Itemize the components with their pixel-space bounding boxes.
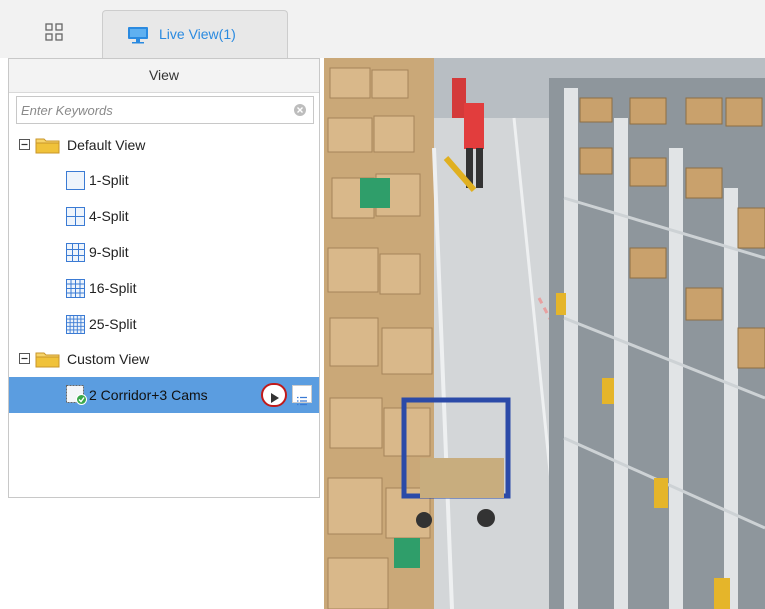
- tree-item-9-split[interactable]: 9-Split: [9, 235, 319, 269]
- tab-bar: Live View(1): [0, 0, 765, 58]
- tree-folder-custom-view[interactable]: Custom View: [9, 342, 319, 376]
- live-video-window[interactable]: [324, 58, 765, 609]
- list-button[interactable]: [292, 385, 312, 406]
- single-split-icon: [66, 171, 85, 190]
- twenty-five-split-icon: [66, 315, 85, 334]
- folder-icon: [35, 352, 60, 368]
- tree-item-label: 16-Split: [89, 280, 137, 296]
- grid-icon: [45, 23, 63, 41]
- monitor-icon: [128, 27, 148, 44]
- tab-live-view-label: Live View(1): [159, 26, 236, 42]
- tree-item-label: 4-Split: [89, 208, 129, 224]
- search-input[interactable]: [21, 98, 281, 122]
- tree-item-label: 9-Split: [89, 244, 129, 260]
- nine-split-icon: [66, 243, 85, 262]
- tree-item-4-split[interactable]: 4-Split: [9, 199, 319, 233]
- tree-folder-default-view[interactable]: Default View: [9, 128, 319, 162]
- panel-title: View: [9, 59, 319, 93]
- tree-item-label: 2 Corridor+3 Cams: [89, 387, 208, 403]
- warehouse-camera-image: [324, 58, 765, 609]
- search-box: [16, 96, 314, 124]
- play-button[interactable]: [261, 383, 287, 407]
- custom-view-icon: [66, 385, 87, 405]
- folder-icon: [35, 138, 60, 154]
- view-panel: View Default View 1-Split 4-Split: [8, 58, 320, 498]
- play-icon: [271, 393, 279, 403]
- list-icon: [297, 396, 307, 406]
- collapse-icon[interactable]: [19, 139, 30, 150]
- tree-item-label: 1-Split: [89, 172, 129, 188]
- sixteen-split-icon: [66, 279, 85, 298]
- tree-item-custom-view-selected[interactable]: 2 Corridor+3 Cams: [9, 377, 319, 413]
- tree-item-25-split[interactable]: 25-Split: [9, 307, 319, 341]
- tree-folder-label: Default View: [67, 137, 146, 153]
- clear-icon[interactable]: [293, 103, 307, 117]
- four-split-icon: [66, 207, 85, 226]
- tree-item-1-split[interactable]: 1-Split: [9, 163, 319, 197]
- tab-live-view[interactable]: Live View(1): [102, 10, 288, 58]
- tree-folder-label: Custom View: [67, 351, 150, 367]
- tree-item-label: 25-Split: [89, 316, 137, 332]
- collapse-icon[interactable]: [19, 353, 30, 364]
- tab-home-grid-icon[interactable]: [44, 22, 64, 42]
- tree-item-16-split[interactable]: 16-Split: [9, 271, 319, 305]
